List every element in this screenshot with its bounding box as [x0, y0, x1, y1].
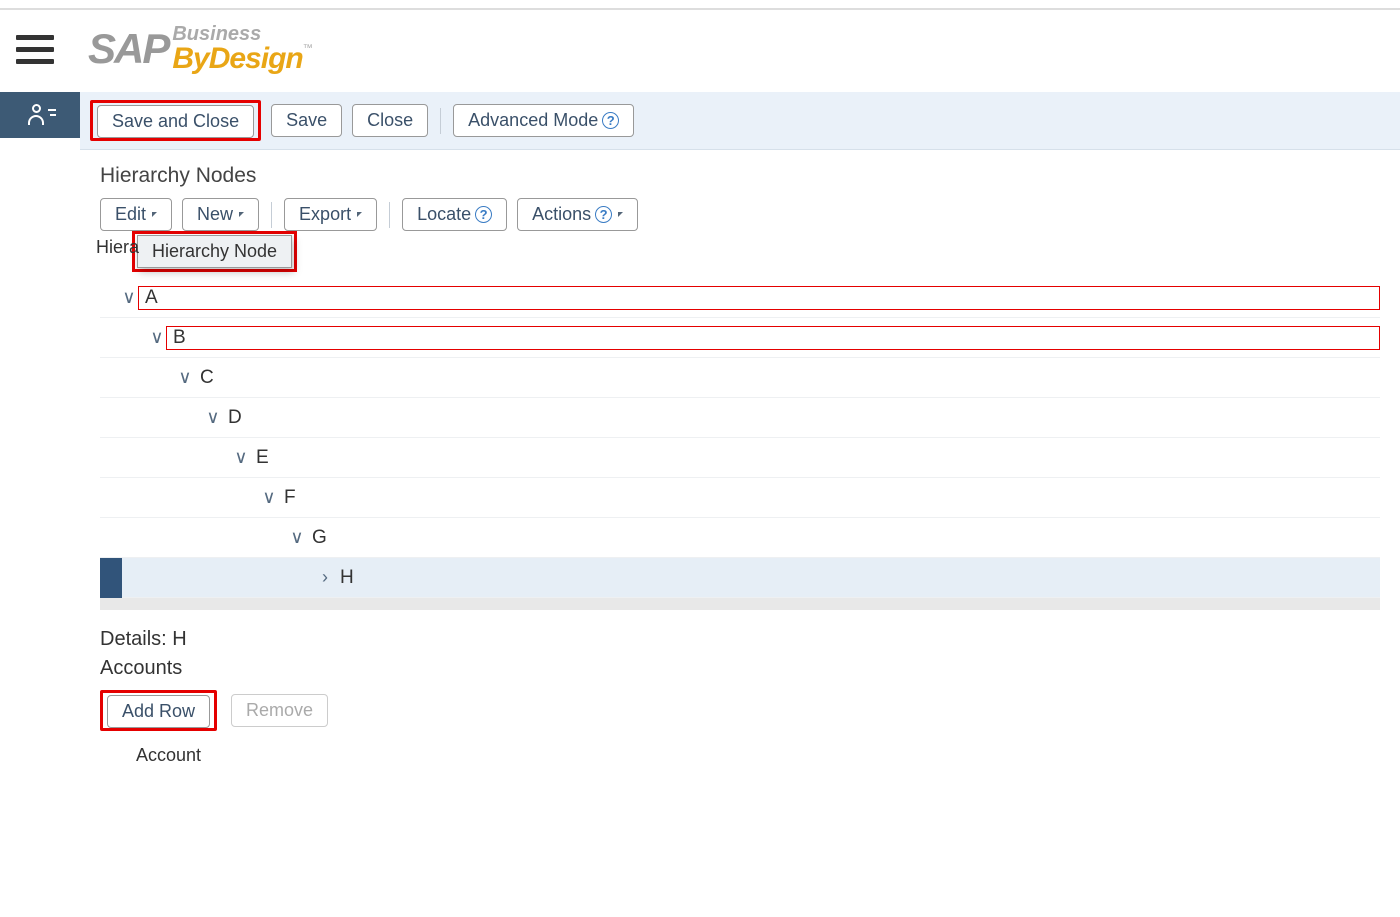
- node-label: B: [167, 324, 194, 350]
- accounts-toolbar: Add Row Remove: [100, 690, 1380, 731]
- main-toolbar: Save and Close Save Close Advanced Mode …: [80, 92, 1400, 150]
- tree-row[interactable]: ∨ F: [100, 478, 1380, 518]
- export-button[interactable]: Export: [284, 198, 377, 231]
- remove-button: Remove: [231, 694, 328, 727]
- details-title: Details: H: [100, 628, 1380, 651]
- tree-scroll-track: [100, 598, 1380, 610]
- save-and-close-button[interactable]: Save and Close: [97, 105, 254, 138]
- sap-logo-text: SAP: [88, 25, 168, 73]
- close-button[interactable]: Close: [352, 104, 428, 137]
- chevron-down-icon[interactable]: ∨: [176, 367, 194, 388]
- advanced-mode-button[interactable]: Advanced Mode ?: [453, 104, 634, 137]
- chevron-down-icon[interactable]: ∨: [288, 527, 306, 548]
- add-row-button[interactable]: Add Row: [107, 695, 210, 728]
- actions-label: Actions: [532, 204, 591, 225]
- hierarchy-toolbar: Edit New Export Locate ? Actions ?: [100, 198, 1380, 231]
- locate-button[interactable]: Locate ?: [402, 198, 507, 231]
- node-label: E: [250, 444, 277, 471]
- toolbar-separator: [271, 202, 272, 228]
- nav-item-users[interactable]: [0, 92, 80, 138]
- node-label: A: [139, 284, 166, 310]
- highlight-node-b: B: [166, 326, 1380, 350]
- save-button[interactable]: Save: [271, 104, 342, 137]
- main-content: Save and Close Save Close Advanced Mode …: [80, 92, 1400, 776]
- hierarchy-column-partial: Hiera: [96, 237, 139, 258]
- highlight-add-row: Add Row: [100, 690, 217, 731]
- tree-row[interactable]: ∨ E: [100, 438, 1380, 478]
- trademark-symbol: ™: [303, 43, 313, 54]
- account-column-header: Account: [100, 731, 1380, 770]
- sap-logo: SAP Business ByDesign™: [88, 24, 313, 74]
- tree-row[interactable]: ∨ G: [100, 518, 1380, 558]
- help-icon: ?: [475, 206, 492, 223]
- chevron-down-icon[interactable]: ∨: [232, 447, 250, 468]
- accounts-title: Accounts: [100, 657, 1380, 680]
- hierarchy-node-column-header[interactable]: Hierarchy Node: [137, 235, 292, 268]
- chevron-down-icon[interactable]: ∨: [148, 327, 166, 348]
- tree-row[interactable]: ∨ C: [100, 358, 1380, 398]
- locate-label: Locate: [417, 204, 471, 225]
- chevron-down-icon[interactable]: ∨: [204, 407, 222, 428]
- node-label: G: [306, 524, 335, 551]
- hierarchy-nodes-title: Hierarchy Nodes: [100, 164, 1380, 188]
- highlight-save-and-close: Save and Close: [90, 100, 261, 141]
- sap-business-text: Business: [172, 24, 312, 44]
- tree-row-selected[interactable]: › H: [100, 558, 1380, 598]
- highlight-hierarchy-node-header: Hierarchy Node: [132, 231, 297, 272]
- selection-indicator: [100, 558, 122, 598]
- tree-row[interactable]: ∨ A: [100, 278, 1380, 318]
- app-header: SAP Business ByDesign™: [0, 10, 1400, 92]
- advanced-mode-label: Advanced Mode: [468, 110, 598, 131]
- left-nav: [0, 92, 80, 776]
- tree-row[interactable]: ∨ D: [100, 398, 1380, 438]
- sap-bydesign-text: ByDesign: [172, 42, 302, 75]
- edit-button[interactable]: Edit: [100, 198, 172, 231]
- hierarchy-tree: ∨ A ∨ B ∨ C ∨ D: [100, 278, 1380, 610]
- highlight-node-a: A: [138, 286, 1380, 310]
- node-label: F: [278, 484, 304, 511]
- chevron-right-icon[interactable]: ›: [316, 567, 334, 588]
- toolbar-separator: [389, 202, 390, 228]
- node-label: D: [222, 404, 250, 431]
- chevron-down-icon[interactable]: ∨: [120, 287, 138, 308]
- tree-row[interactable]: ∨ B: [100, 318, 1380, 358]
- menu-icon[interactable]: [16, 33, 58, 65]
- toolbar-separator: [440, 108, 441, 134]
- actions-button[interactable]: Actions ?: [517, 198, 638, 231]
- node-label: C: [194, 364, 222, 391]
- help-icon: ?: [602, 112, 619, 129]
- help-icon: ?: [595, 206, 612, 223]
- user-list-icon: [28, 103, 52, 127]
- node-label: H: [334, 564, 362, 591]
- new-button[interactable]: New: [182, 198, 259, 231]
- chevron-down-icon[interactable]: ∨: [260, 487, 278, 508]
